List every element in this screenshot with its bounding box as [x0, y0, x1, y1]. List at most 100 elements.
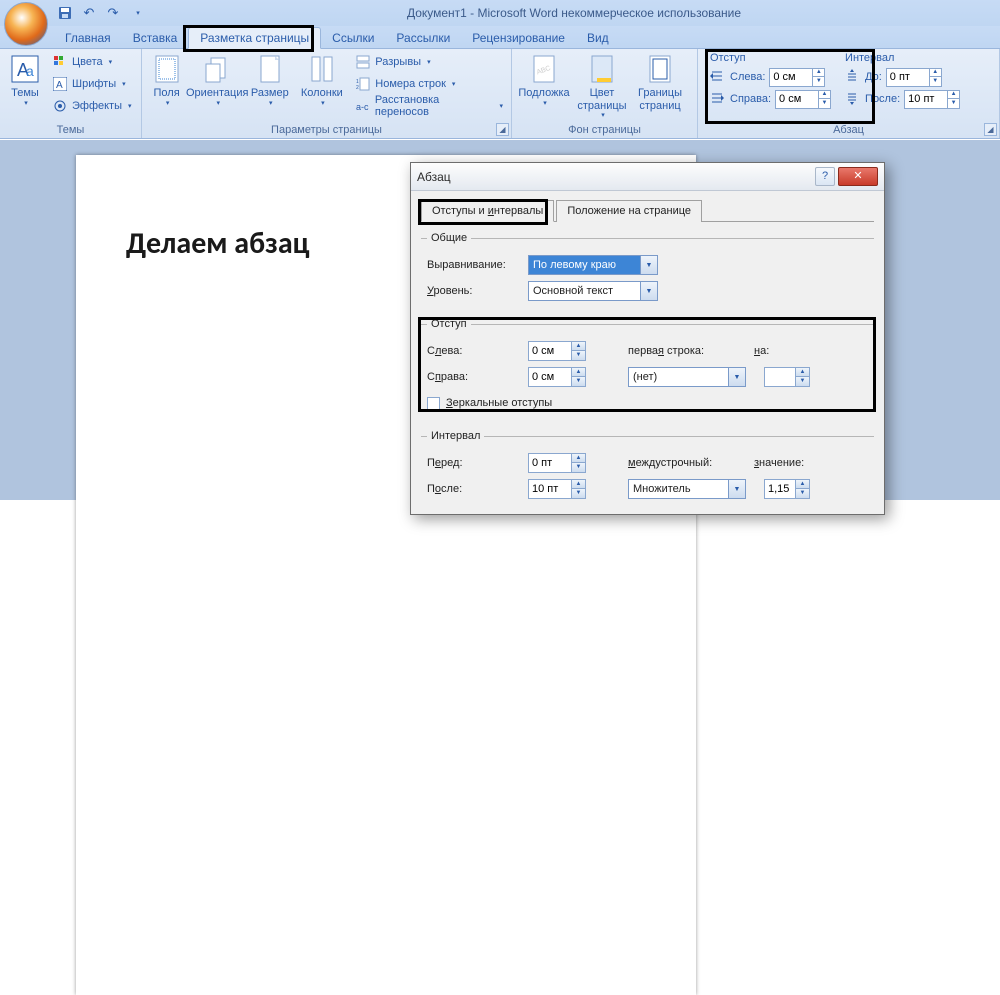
dlg-left-spinner[interactable]: ▲▼ [528, 341, 586, 361]
watermark-button[interactable]: ABCПодложка [516, 51, 572, 110]
qat-customize[interactable] [126, 2, 148, 24]
indent-left-spinner[interactable]: ▲▼ [769, 68, 825, 87]
indent-left-icon [710, 69, 726, 85]
themes-icon: Aa [9, 53, 41, 85]
page-color-icon [586, 53, 618, 85]
fieldset-general: Общие Выравнивание: По левому краю▼ Уров… [421, 232, 874, 308]
alignment-label: Выравнивание: [427, 259, 522, 271]
tab-page-layout[interactable]: Разметка страницы [188, 27, 321, 49]
space-after-label: После: [865, 93, 900, 105]
dlg-after-label: После: [427, 483, 522, 495]
size-icon [254, 53, 286, 85]
breaks-button[interactable]: Разрывы [351, 51, 507, 73]
space-before-icon [845, 69, 861, 85]
fieldset-spacing: Интервал Перед: ▲▼ междустрочный: значен… [421, 430, 874, 506]
first-line-select[interactable]: (нет)▼ [628, 367, 746, 387]
first-line-value-spinner[interactable]: ▲▼ [764, 367, 810, 387]
svg-text:A: A [56, 80, 63, 91]
watermark-icon: ABC [528, 53, 560, 85]
group-label-page-bg: Фон страницы [516, 123, 693, 138]
first-line-label: первая строка: [628, 345, 748, 357]
svg-text:a: a [26, 63, 34, 79]
dialog-titlebar[interactable]: Абзац ? ✕ [411, 163, 884, 191]
level-select[interactable]: Основной текст▼ [528, 281, 658, 301]
svg-text:a-c: a-c [356, 102, 369, 112]
alignment-select[interactable]: По левому краю▼ [528, 255, 658, 275]
indent-left-label: Слева: [730, 71, 765, 83]
effects-icon [52, 98, 68, 114]
hyphenation-button[interactable]: a-cРасстановка переносов [351, 95, 507, 117]
size-button[interactable]: Размер [247, 51, 292, 110]
columns-button[interactable]: Колонки [294, 51, 349, 110]
dlg-right-spinner[interactable]: ▲▼ [528, 367, 586, 387]
dropdown-icon: ▼ [728, 368, 745, 386]
dialog-help-button[interactable]: ? [815, 167, 835, 186]
page-borders-button[interactable]: Границы страниц [632, 51, 688, 114]
dropdown-icon: ▼ [640, 256, 657, 274]
fieldset-indent: Отступ Слева: ▲▼ первая строка: на: Спра… [421, 318, 874, 420]
spacing-header: Интервал [845, 51, 960, 66]
breaks-icon [355, 54, 371, 70]
on-label: на: [754, 345, 794, 357]
ribbon-tabs: Главная Вставка Разметка страницы Ссылки… [0, 26, 1000, 49]
page-setup-launcher[interactable]: ◢ [496, 123, 509, 136]
qat-save-icon[interactable] [54, 2, 76, 24]
fonts-icon: A [52, 76, 68, 92]
page-color-button[interactable]: Цвет страницы [574, 51, 630, 122]
orientation-button[interactable]: Ориентация [189, 51, 245, 110]
ribbon: Aa Темы Цвета AШрифты Эффекты Темы Поля … [0, 49, 1000, 139]
dialog-close-button[interactable]: ✕ [838, 167, 878, 186]
group-label-page-setup: Параметры страницы [146, 123, 507, 138]
dlg-left-label: Слева: [427, 345, 522, 357]
tab-review[interactable]: Рецензирование [461, 28, 576, 48]
group-label-paragraph: Абзац [702, 123, 995, 138]
tab-mailings[interactable]: Рассылки [385, 28, 461, 48]
dlg-before-spinner[interactable]: ▲▼ [528, 453, 586, 473]
indent-right-label: Справа: [730, 93, 771, 105]
indent-right-icon [710, 91, 726, 107]
dropdown-icon: ▼ [640, 282, 657, 300]
value-label: значение: [754, 457, 814, 469]
dialog-title: Абзац [417, 170, 815, 184]
ls-value-spinner[interactable]: ▲▼ [764, 479, 810, 499]
mirror-label: Зеркальные отступы [446, 397, 552, 409]
office-button[interactable] [4, 2, 48, 46]
margins-icon [151, 53, 183, 85]
indent-header: Отступ [710, 51, 831, 66]
qat-undo-icon[interactable]: ↶ [78, 2, 100, 24]
orientation-icon [201, 53, 233, 85]
space-before-spinner[interactable]: ▲▼ [886, 68, 942, 87]
dlg-before-label: Перед: [427, 457, 522, 469]
themes-button[interactable]: Aa Темы [4, 51, 46, 110]
tab-references[interactable]: Ссылки [321, 28, 385, 48]
tab-insert[interactable]: Вставка [122, 28, 189, 48]
svg-text:2: 2 [356, 85, 359, 91]
columns-icon [306, 53, 338, 85]
mirror-checkbox[interactable] [427, 397, 440, 410]
theme-effects-button[interactable]: Эффекты [48, 95, 136, 117]
margins-button[interactable]: Поля [146, 51, 187, 110]
line-spacing-label: междустрочный: [628, 457, 748, 469]
space-after-icon [845, 91, 861, 107]
line-numbers-icon: 12 [355, 76, 371, 92]
dialog-tab-position[interactable]: Положение на странице [556, 200, 702, 222]
level-label: Уровень: [427, 285, 522, 297]
theme-colors-button[interactable]: Цвета [48, 51, 136, 73]
tab-view[interactable]: Вид [576, 28, 620, 48]
colors-icon [52, 54, 68, 70]
hyphenation-icon: a-c [355, 98, 371, 114]
page-borders-icon [644, 53, 676, 85]
line-numbers-button[interactable]: 12Номера строк [351, 73, 507, 95]
tab-home[interactable]: Главная [54, 28, 122, 48]
qat-redo-icon[interactable]: ↷ [102, 2, 124, 24]
space-after-spinner[interactable]: ▲▼ [904, 90, 960, 109]
group-label-themes: Темы [4, 123, 137, 138]
theme-fonts-button[interactable]: AШрифты [48, 73, 136, 95]
indent-right-spinner[interactable]: ▲▼ [775, 90, 831, 109]
dlg-right-label: Справа: [427, 371, 522, 383]
line-spacing-select[interactable]: Множитель▼ [628, 479, 746, 499]
paragraph-launcher[interactable]: ◢ [984, 123, 997, 136]
space-before-label: До: [865, 71, 882, 83]
dlg-after-spinner[interactable]: ▲▼ [528, 479, 586, 499]
dialog-tab-indents[interactable]: Отступы и интервалы [421, 200, 554, 222]
